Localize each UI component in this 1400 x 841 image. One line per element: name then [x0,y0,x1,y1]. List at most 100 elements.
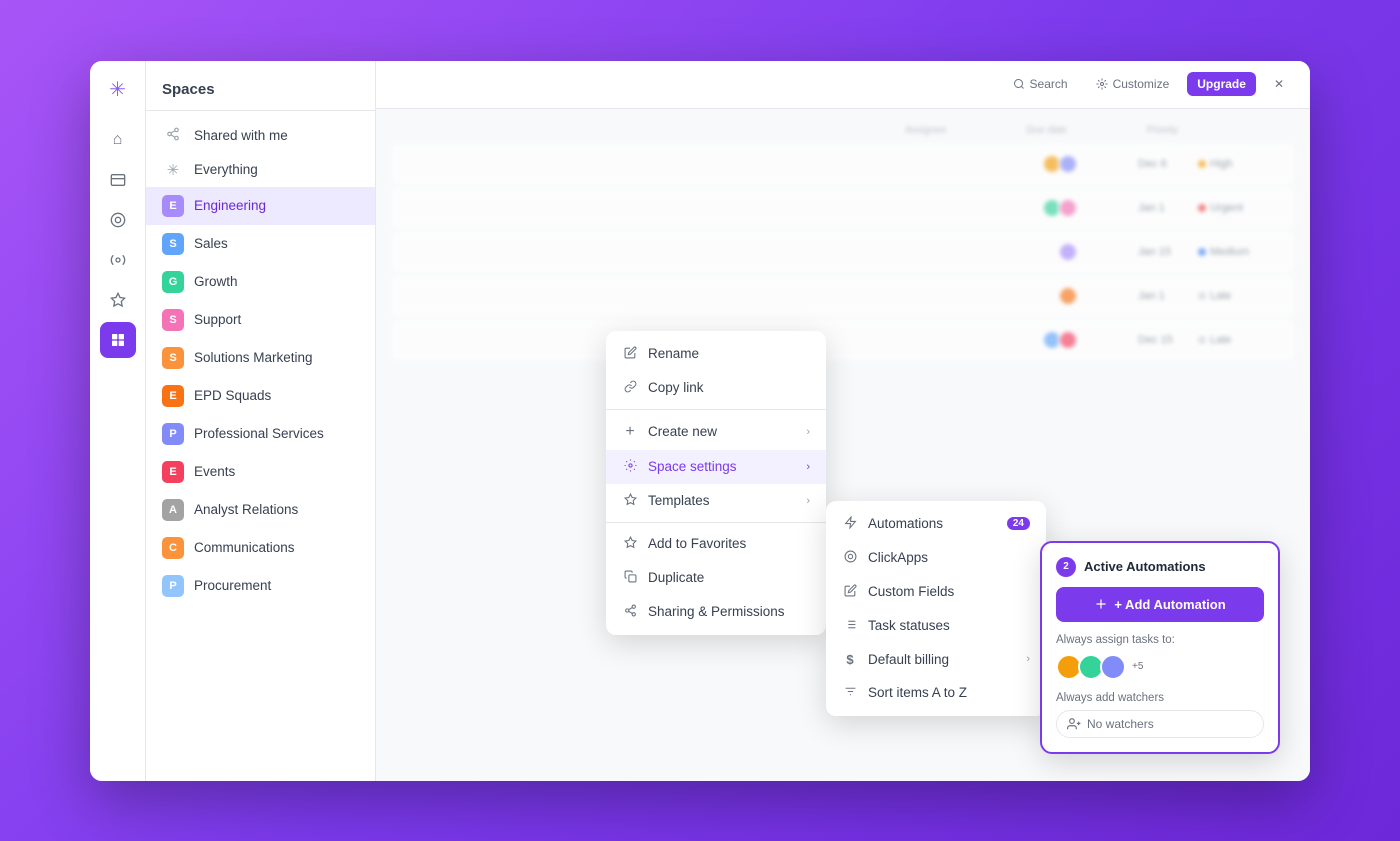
sidebar-item-engineering[interactable]: E Engineering [146,187,375,225]
menu-item-customfields[interactable]: Custom Fields [826,575,1046,609]
sidebar-item-solutions[interactable]: S Solutions Marketing [146,339,375,377]
panel-avatars: +5 [1056,654,1264,680]
gear-icon [622,459,638,475]
priority-label: High [1210,158,1233,170]
menu-item-label: Templates [648,493,710,508]
menu-item-clickapps[interactable]: ClickApps [826,541,1046,575]
avatar [1058,198,1078,218]
sidebar-item-shared[interactable]: Shared with me [146,119,375,153]
priority-label: Late [1210,334,1231,346]
close-button[interactable]: ✕ [1264,72,1294,96]
sidebar-item-epd[interactable]: E EPD Squads [146,377,375,415]
menu-item-favorites[interactable]: Add to Favorites [606,527,826,561]
sidebar-item-events[interactable]: E Events [146,453,375,491]
col-assignee: Assignee [905,125,946,136]
inbox-icon[interactable] [100,162,136,198]
menu-item-sharing[interactable]: Sharing & Permissions [606,595,826,629]
sidebar-item-label: Support [194,312,241,327]
taskstatuses-icon [842,618,858,634]
home-icon[interactable]: ⌂ [100,122,136,158]
spaces-sidebar: Spaces Shared with me ✳ Everything E Eng… [146,61,376,781]
assign-tasks-label: Always assign tasks to: [1056,634,1264,646]
menu-item-rename[interactable]: Rename [606,337,826,371]
no-watchers-button[interactable]: No watchers [1056,710,1264,738]
sidebar-item-professional[interactable]: P Professional Services [146,415,375,453]
menu-item-label: Automations [868,516,943,531]
menu-item-automations[interactable]: Automations 24 [826,507,1046,541]
menu-item-sortitems[interactable]: Sort items A to Z [826,676,1046,710]
chat-icon[interactable] [100,242,136,278]
automations-badge: 24 [1007,517,1030,530]
menu-item-duplicate[interactable]: Duplicate [606,561,826,595]
add-automation-label: + Add Automation [1114,597,1225,612]
priority-cell: Urgent [1198,202,1278,214]
sidebar-item-sales[interactable]: S Sales [146,225,375,263]
add-automation-button[interactable]: + Add Automation [1056,587,1264,622]
priority-label: Medium [1210,246,1249,258]
sidebar-item-label: Events [194,464,235,479]
menu-item-createnew[interactable]: + Create new › [606,414,826,450]
avatar [1058,154,1078,174]
priority-cell: Late [1198,334,1278,346]
row-avatars [1058,286,1078,306]
space-letter-icon: P [162,423,184,445]
sidebar-item-analyst[interactable]: A Analyst Relations [146,491,375,529]
sidebar-item-label: Professional Services [194,426,324,441]
avatar-extra-count: +5 [1132,661,1143,672]
menu-item-label: ClickApps [868,550,928,565]
favorites-icon[interactable] [100,282,136,318]
active-count-badge: 2 [1056,557,1076,577]
search-label: Search [1030,77,1068,91]
goals-icon[interactable] [100,202,136,238]
menu-item-templates[interactable]: Templates › [606,484,826,518]
main-content: Search Customize Upgrade ✕ Assignee Due … [376,61,1310,781]
space-letter-icon: A [162,499,184,521]
sidebar-divider [146,110,375,111]
menu-item-spacesettings[interactable]: Space settings › [606,450,826,484]
due-date: Jan 1 [1138,290,1198,302]
priority-dot [1198,248,1206,256]
menu-item-label: Sort items A to Z [868,685,967,700]
due-date: Jan 1 [1138,202,1198,214]
space-letter-icon: S [162,233,184,255]
sidebar-item-label: Everything [194,162,258,177]
menu-item-copylink[interactable]: Copy link [606,371,826,405]
spaces-icon[interactable] [100,322,136,358]
due-date: Jan 15 [1138,246,1198,258]
menu-separator [606,522,826,523]
panel-header: 2 Active Automations [1056,557,1264,577]
chevron-right-icon: › [806,495,810,507]
priority-cell: High [1198,158,1278,170]
sidebar-item-label: Procurement [194,578,271,593]
space-settings-context-menu: Automations 24 ClickApps Custom Fields [826,501,1046,716]
app-logo: ✳ [109,77,126,102]
menu-item-label: Copy link [648,380,704,395]
sidebar-item-label: Communications [194,540,295,555]
share-icon [162,127,184,145]
sidebar-item-support[interactable]: S Support [146,301,375,339]
link-icon [622,380,638,396]
sidebar-item-everything[interactable]: ✳ Everything [146,153,375,187]
customize-button[interactable]: Customize [1086,72,1180,96]
menu-item-defaultbilling[interactable]: $ Default billing › [826,643,1046,676]
icon-sidebar: ✳ ⌂ [90,61,146,781]
priority-dot [1198,204,1206,212]
search-button[interactable]: Search [1003,72,1078,96]
sidebar-item-communications[interactable]: C Communications [146,529,375,567]
sidebar-item-label: EPD Squads [194,388,271,403]
upgrade-button[interactable]: Upgrade [1187,72,1256,96]
space-letter-icon: E [162,461,184,483]
menu-item-taskstatuses[interactable]: Task statuses [826,609,1046,643]
row-avatars [1058,242,1078,262]
close-icon: ✕ [1274,77,1284,91]
row-avatars [1046,198,1078,218]
col-priority: Priority [1147,125,1178,136]
user-plus-icon [1067,717,1081,731]
sidebar-item-procurement[interactable]: P Procurement [146,567,375,605]
menu-item-label: Add to Favorites [648,536,746,551]
priority-dot [1198,336,1206,344]
main-context-menu: Rename Copy link + Create new › Space se… [606,331,826,635]
customize-label: Customize [1113,77,1170,91]
sidebar-item-growth[interactable]: G Growth [146,263,375,301]
duplicate-icon [622,570,638,586]
